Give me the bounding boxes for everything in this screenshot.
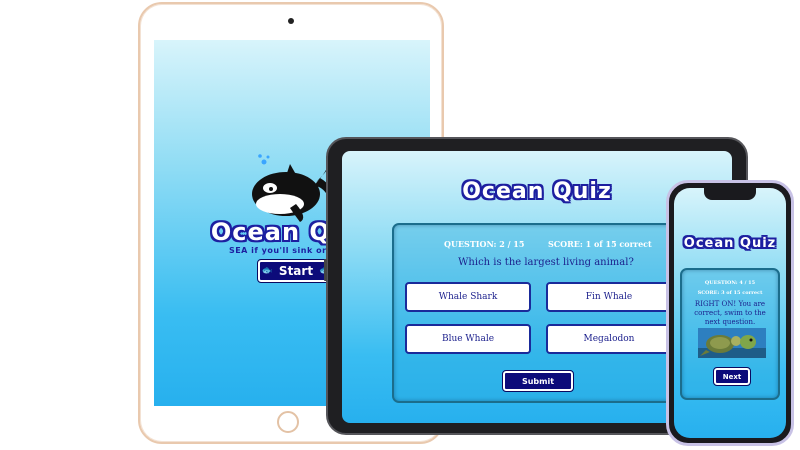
question-counter: QUESTION: 2 / 15 [444, 239, 525, 249]
feedback-message: RIGHT ON! You are correct, swim to the n… [694, 300, 766, 326]
sea-turtle-image [698, 328, 766, 358]
start-button-label: Start [278, 264, 314, 278]
phone-quiz-panel: QUESTION: 4 / 15 SCORE: 3 of 15 correct … [680, 268, 780, 400]
side-button [324, 259, 327, 281]
phone-title: Ocean Quiz [683, 236, 777, 251]
phone-screen: Ocean Quiz QUESTION: 4 / 15 SCORE: 3 of … [674, 188, 786, 438]
tablet-home-button[interactable] [277, 411, 299, 433]
score-display: SCORE: 1 of 15 correct [548, 239, 652, 249]
quiz-panel: QUESTION: 2 / 15 SCORE: 1 of 15 correct … [392, 223, 700, 403]
phone-question-counter: QUESTION: 4 / 15 [704, 280, 756, 286]
answer-option-2[interactable]: Fin Whale [546, 282, 672, 312]
answer-option-1[interactable]: Whale Shark [405, 282, 531, 312]
fish-icon-left: 🐟 [261, 266, 273, 276]
phone-score-display: SCORE: 3 of 15 correct [697, 290, 763, 296]
tablet-front-camera [288, 18, 294, 24]
phone-notch [704, 188, 756, 200]
phone-frame: Ocean Quiz QUESTION: 4 / 15 SCORE: 3 of … [666, 180, 794, 446]
next-button[interactable]: Next [713, 367, 751, 386]
answer-option-4[interactable]: Megalodon [546, 324, 672, 354]
question-text: Which is the largest living animal? [458, 257, 634, 268]
answer-option-3[interactable]: Blue Whale [405, 324, 531, 354]
submit-button[interactable]: Submit [502, 370, 574, 392]
start-button[interactable]: 🐟 Start 🐟 [257, 259, 335, 283]
